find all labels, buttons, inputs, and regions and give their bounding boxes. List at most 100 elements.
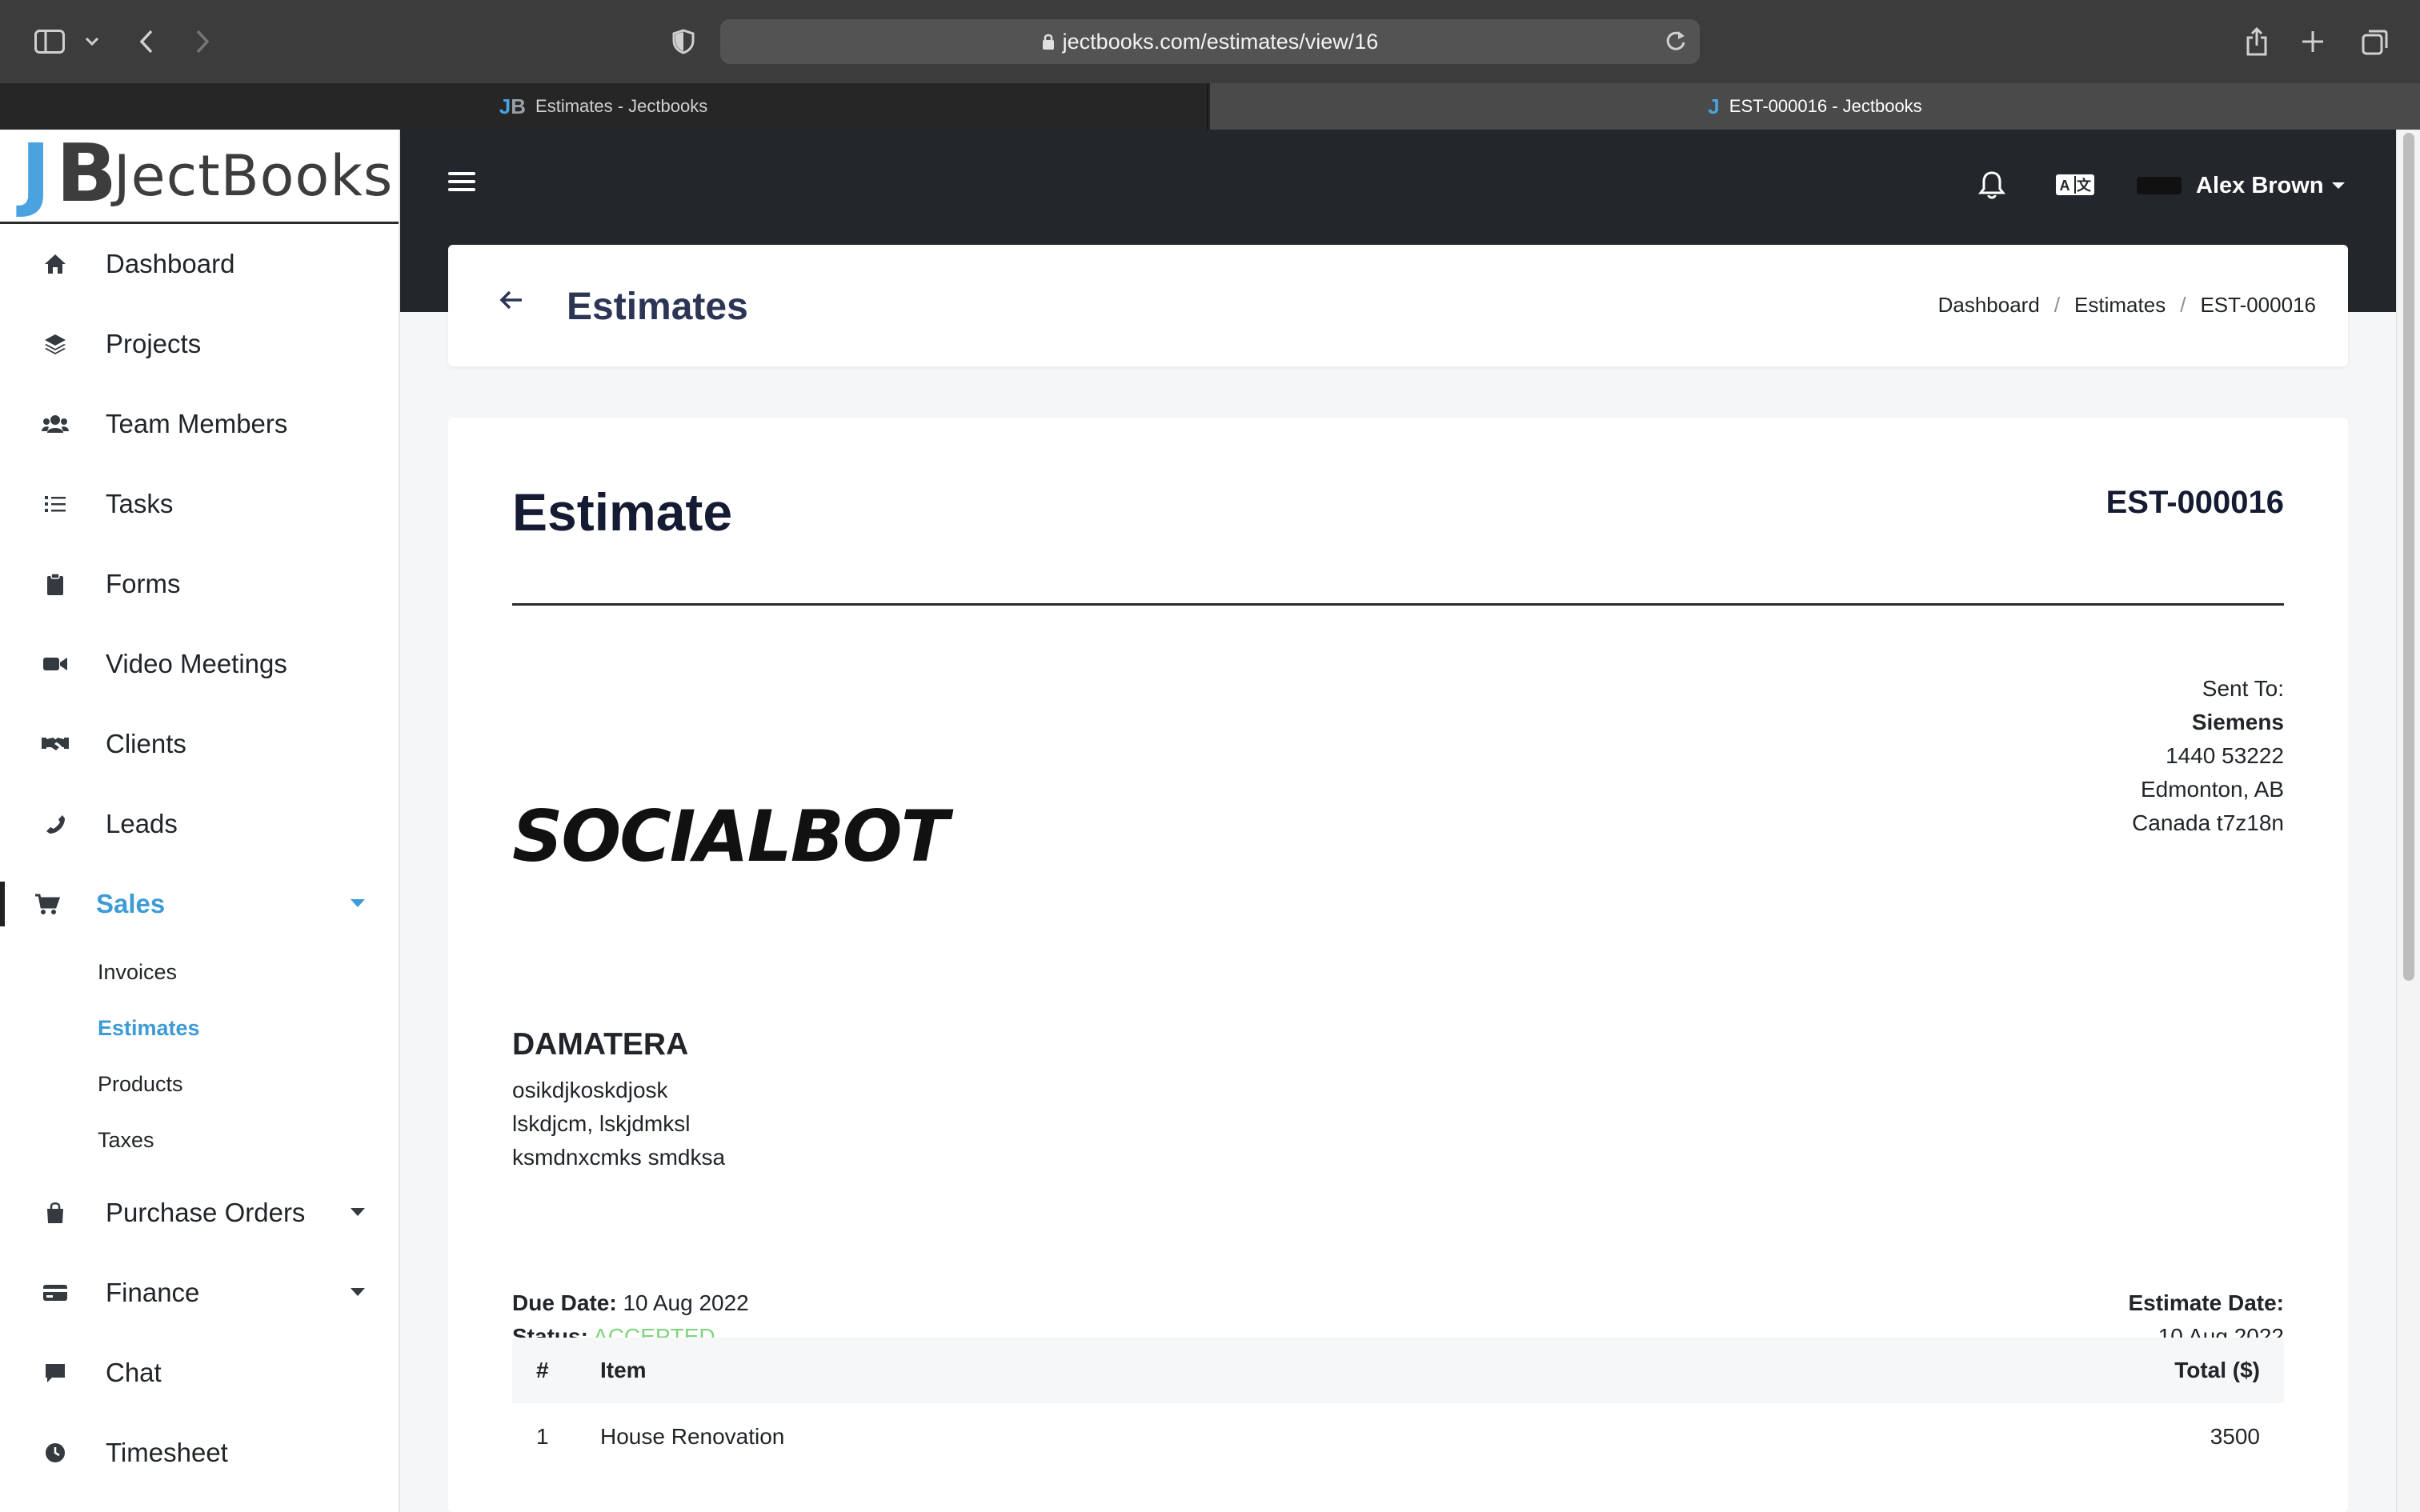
chat-bubble-icon [42, 1359, 69, 1386]
layers-icon [42, 330, 69, 358]
estimate-number: EST-000016 [2105, 485, 2284, 520]
app-logo[interactable]: J B JectBooks [0, 130, 399, 224]
table-header: # Item Total ($) [512, 1338, 2284, 1403]
sidebar-item-finance[interactable]: Finance [0, 1253, 399, 1333]
breadcrumb-dashboard[interactable]: Dashboard [1938, 293, 2040, 318]
recipient-address-line: 1440 53222 [2166, 743, 2284, 768]
recipient-address-line: Edmonton, AB [2140, 777, 2284, 802]
logo-text: JectBooks [114, 142, 394, 209]
back-arrow-icon[interactable] [499, 290, 523, 310]
hamburger-menu-icon[interactable] [448, 170, 475, 194]
chevron-down-icon [351, 1208, 365, 1216]
sidebar-item-leads[interactable]: Leads [0, 784, 399, 864]
sidebar-subitem-taxes[interactable]: Taxes [0, 1112, 399, 1168]
tab-est-000016[interactable]: J EST-000016 - Jectbooks [1210, 83, 2420, 130]
tasks-list-icon [42, 490, 69, 518]
tab-estimates[interactable]: JB Estimates - Jectbooks [0, 83, 1208, 130]
cart-icon [34, 890, 61, 918]
sidebar-item-tasks[interactable]: Tasks [0, 464, 399, 544]
sidebar-item-clients[interactable]: Clients [0, 704, 399, 784]
breadcrumb-estimates[interactable]: Estimates [2074, 293, 2166, 318]
estimate-card: Estimate EST-000016 Sent To: Siemens 144… [448, 418, 2348, 1512]
sidebar-item-team-members[interactable]: Team Members [0, 384, 399, 464]
tab-label: Estimates - Jectbooks [535, 96, 708, 116]
column-header-item: Item [600, 1358, 647, 1382]
lock-icon [1042, 33, 1055, 50]
column-header-total: Total ($) [2174, 1358, 2260, 1382]
sidebar-item-video-meetings[interactable]: Video Meetings [0, 624, 399, 704]
company-block: DAMATERA osikdjkoskdjosk lskdjcm, lskjdm… [512, 1027, 725, 1174]
translate-icon[interactable]: A文 [2055, 173, 2095, 197]
company-logo: SOCIALBOT [512, 776, 949, 872]
divider [512, 603, 2284, 606]
sidebar-item-purchase-orders[interactable]: Purchase Orders [0, 1173, 399, 1253]
forward-arrow-icon[interactable] [189, 22, 216, 61]
sidebar-item-projects[interactable]: Projects [0, 304, 399, 384]
estimate-heading: Estimate [512, 482, 733, 542]
sidebar-nav: Dashboard Projects Team Members Tasks Fo… [0, 224, 399, 1493]
page-title: Estimates [567, 286, 748, 328]
svg-text:A: A [2060, 178, 2070, 194]
sidebar-item-timesheet[interactable]: Timesheet [0, 1413, 399, 1493]
column-header-number: # [536, 1358, 549, 1382]
user-menu[interactable]: Alex Brown [2137, 162, 2345, 210]
jectbooks-favicon-icon: J [1708, 94, 1720, 118]
shopping-bag-icon [42, 1199, 69, 1226]
company-address-line: lskdjcm, lskjdmksl [512, 1111, 691, 1136]
sales-submenu: Invoices Estimates Products Taxes [0, 944, 399, 1173]
sidebar-item-sales[interactable]: Sales [0, 864, 399, 944]
recipient-address-line: Canada t7z18n [2132, 810, 2284, 835]
address-bar[interactable]: jectbooks.com/estimates/view/16 [720, 19, 1700, 64]
new-tab-icon[interactable] [2297, 22, 2329, 61]
sidebar-toggle-icon[interactable] [32, 22, 67, 61]
sidebar: J B JectBooks Dashboard Projects Team Me… [0, 130, 400, 1512]
share-icon[interactable] [2241, 22, 2273, 61]
breadcrumb-separator: / [2053, 293, 2061, 317]
chevron-down-icon [351, 899, 365, 907]
handshake-icon [42, 730, 69, 758]
table-row: 1 House Renovation 3500 [512, 1403, 2284, 1470]
bell-icon[interactable] [1978, 170, 2005, 200]
sidebar-subitem-estimates[interactable]: Estimates [0, 1000, 399, 1056]
tab-overview-icon[interactable] [2359, 22, 2391, 61]
company-address-line: ksmdnxcmks smdksa [512, 1145, 726, 1170]
company-logo-text: SOCIALBOT [512, 795, 949, 878]
sidebar-subitem-products[interactable]: Products [0, 1056, 399, 1112]
browser-toolbar: jectbooks.com/estimates/view/16 [0, 0, 2420, 83]
due-date-row: Due Date: 10 Aug 2022 [512, 1286, 749, 1320]
breadcrumb-separator: / [2180, 293, 2186, 317]
clipboard-icon [42, 570, 69, 598]
due-date-value: 10 Aug 2022 [623, 1290, 749, 1315]
chevron-down-icon [351, 1288, 365, 1296]
sent-to-block: Sent To: Siemens 1440 53222 Edmonton, AB… [2132, 672, 2284, 840]
jectbooks-favicon-icon: JB [499, 94, 527, 118]
tab-label: EST-000016 - Jectbooks [1729, 96, 1922, 116]
page-scrollbar[interactable] [2396, 130, 2420, 1512]
scrollbar-thumb[interactable] [2403, 133, 2414, 981]
estimate-date-label: Estimate Date: [2128, 1290, 2284, 1315]
page-header: Estimates Dashboard / Estimates / EST-00… [448, 245, 2348, 366]
sent-to-label: Sent To: [2202, 676, 2284, 701]
users-icon [42, 410, 69, 438]
sidebar-item-dashboard[interactable]: Dashboard [0, 224, 399, 304]
sidebar-subitem-invoices[interactable]: Invoices [0, 944, 399, 1000]
due-date-label: Due Date: [512, 1290, 617, 1315]
url-text: jectbooks.com/estimates/view/16 [1062, 29, 1379, 54]
avatar [2137, 177, 2182, 194]
sidebar-item-chat[interactable]: Chat [0, 1333, 399, 1413]
chevron-down-icon[interactable] [80, 22, 104, 61]
chevron-down-icon [2331, 182, 2345, 189]
breadcrumb-current: EST-000016 [2200, 293, 2316, 317]
row-number: 1 [536, 1424, 549, 1449]
recipient-name: Siemens [2191, 710, 2284, 734]
tab-bar: JB Estimates - Jectbooks J EST-000016 - … [0, 83, 2420, 130]
shield-icon[interactable] [669, 22, 698, 61]
sidebar-item-forms[interactable]: Forms [0, 544, 399, 624]
row-total: 3500 [2210, 1424, 2260, 1449]
reload-icon[interactable] [1665, 29, 1687, 53]
video-camera-icon [42, 650, 69, 678]
clock-icon [42, 1439, 69, 1466]
row-item: House Renovation [600, 1424, 785, 1449]
user-name: Alex Brown [2196, 172, 2324, 198]
back-arrow-icon[interactable] [133, 22, 160, 61]
